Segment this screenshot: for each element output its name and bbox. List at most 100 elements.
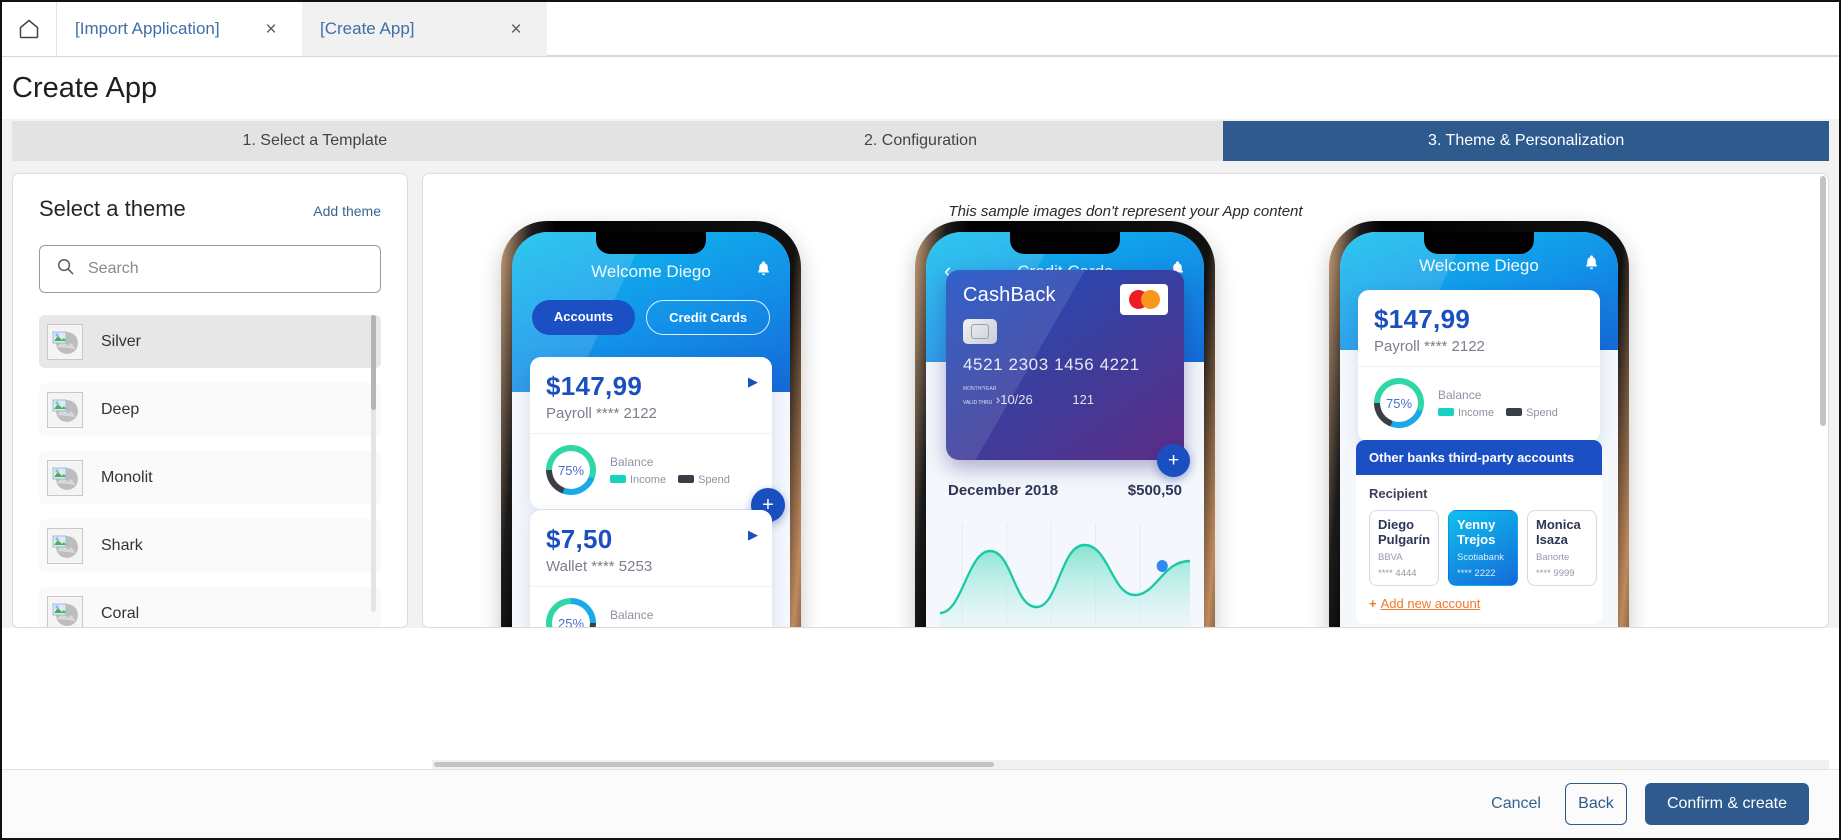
amount-label: Amount bbox=[1370, 627, 1411, 628]
theme-item-coral[interactable]: Coral bbox=[39, 587, 381, 627]
scroll-thumb[interactable] bbox=[371, 315, 376, 410]
mastercard-icon bbox=[1120, 284, 1168, 315]
legend: Income Spend bbox=[1438, 407, 1558, 419]
cancel-button[interactable]: Cancel bbox=[1485, 783, 1547, 825]
wizard-stepper-wrap: 1. Select a Template 2. Configuration 3.… bbox=[2, 119, 1839, 161]
theme-item-monolit[interactable]: Monolit bbox=[39, 451, 381, 504]
chart-svg bbox=[940, 523, 1190, 627]
home-button[interactable] bbox=[2, 2, 57, 56]
recipient-chip-monica[interactable]: Monica Isaza Banorte **** 9999 bbox=[1527, 510, 1597, 586]
theme-list-scrollbar[interactable] bbox=[371, 315, 376, 612]
recipient-section: Recipient Diego Pulgarín BBVA **** 4444 … bbox=[1356, 475, 1602, 624]
donut-percent: 75% bbox=[1385, 395, 1413, 411]
account-card-wallet[interactable]: $7,50 Wallet **** 5253 ▶ 25% Balance I bbox=[530, 510, 772, 628]
wizard-footer: Cancel Back Confirm & create bbox=[2, 769, 1839, 838]
balance-label: Balance bbox=[610, 454, 654, 469]
recipient-name: Yenny Trejos bbox=[1457, 517, 1496, 547]
tab-create-app[interactable]: [Create App] × bbox=[302, 2, 547, 56]
theme-panel-title: Select a theme bbox=[39, 196, 186, 221]
account-amount: $7,50 bbox=[546, 524, 613, 554]
chevron-right-icon[interactable]: ▶ bbox=[748, 374, 758, 390]
account-amount: $147,99 bbox=[1374, 304, 1471, 334]
theme-search-input[interactable] bbox=[88, 260, 364, 278]
theme-search-box[interactable] bbox=[39, 245, 381, 293]
theme-list: Silver Deep Monolit Shark Coral bbox=[39, 315, 381, 627]
search-icon bbox=[56, 257, 75, 281]
third-party-banner: Other banks third-party accounts bbox=[1356, 440, 1602, 475]
recipient-mask: **** 9999 bbox=[1536, 568, 1575, 580]
recipient-bank: Banorte bbox=[1536, 552, 1570, 564]
phone-notch bbox=[1010, 232, 1120, 254]
phone-preview-transfer: Welcome Diego $147,99 Payroll **** 2122 bbox=[1329, 221, 1629, 628]
theme-item-label: Silver bbox=[101, 332, 142, 350]
phone3-screen: Welcome Diego $147,99 Payroll **** 2122 bbox=[1340, 232, 1618, 628]
statement-row: December 2018 $500,50 bbox=[948, 482, 1182, 499]
tab-import-application[interactable]: [Import Application] × bbox=[57, 2, 302, 56]
bell-icon[interactable] bbox=[1583, 254, 1600, 276]
recipient-mask: **** 2222 bbox=[1457, 568, 1496, 580]
account-subtitle: Payroll **** 2122 bbox=[1374, 338, 1485, 355]
theme-preview-panel: This sample images don't represent your … bbox=[422, 173, 1829, 628]
scroll-thumb[interactable] bbox=[434, 762, 994, 767]
step-select-template[interactable]: 1. Select a Template bbox=[12, 121, 618, 161]
preview-horizontal-scrollbar[interactable] bbox=[432, 760, 1829, 769]
tab-close-icon[interactable]: × bbox=[258, 16, 284, 42]
segment-credit-cards[interactable]: Credit Cards bbox=[646, 300, 771, 335]
legend-spend: Spend bbox=[678, 627, 730, 628]
legend-spend: Spend bbox=[678, 474, 730, 486]
phone-preview-accounts: Welcome Diego Accounts Credit Cards $147… bbox=[501, 221, 801, 628]
preview-vertical-scrollbar[interactable] bbox=[1820, 176, 1826, 426]
add-theme-link[interactable]: Add theme bbox=[313, 203, 381, 219]
add-card-fab[interactable]: + bbox=[1157, 444, 1190, 477]
recipient-chip-diego[interactable]: Diego Pulgarín BBVA **** 4444 bbox=[1369, 510, 1439, 586]
balance-donut-chart: 25% bbox=[546, 598, 596, 627]
balance-legend-block: Balance Income Spend bbox=[1438, 388, 1558, 419]
balance-legend-block: Balance Income Spend bbox=[610, 455, 730, 486]
phone1-segmented-control: Accounts Credit Cards bbox=[512, 300, 790, 335]
statement-month: December 2018 bbox=[948, 482, 1059, 499]
card-divider bbox=[530, 586, 772, 587]
account-card-payroll[interactable]: $147,99 Payroll **** 2122 ▶ 75% Balance bbox=[530, 357, 785, 522]
phone-preview-credit-cards: ‹ Credit Cards CashBack bbox=[915, 221, 1215, 627]
recipient-bank: Scotiabank bbox=[1457, 552, 1505, 564]
phone-notch bbox=[596, 232, 706, 254]
tab-label: [Import Application] bbox=[75, 19, 220, 38]
balance-donut-chart: 75% bbox=[546, 445, 596, 495]
theme-item-shark[interactable]: Shark bbox=[39, 519, 381, 572]
legend-income-label: Income bbox=[630, 473, 667, 486]
segment-accounts[interactable]: Accounts bbox=[531, 300, 636, 335]
legend-income-label: Income bbox=[1458, 406, 1495, 419]
confirm-create-button[interactable]: Confirm & create bbox=[1644, 783, 1809, 825]
recipient-chip-yenny[interactable]: Yenny Trejos Scotiabank **** 2222 bbox=[1448, 510, 1518, 586]
legend-spend-label: Spend bbox=[1526, 406, 1558, 419]
legend-income: Income bbox=[610, 474, 666, 486]
card-divider bbox=[1358, 366, 1600, 367]
legend-spend-label: Spend bbox=[698, 627, 730, 628]
tab-close-icon[interactable]: × bbox=[503, 16, 529, 42]
back-button[interactable]: Back bbox=[1564, 783, 1627, 825]
add-new-account-link[interactable]: + Add new account bbox=[1369, 596, 1589, 611]
chevron-right-icon[interactable]: ▶ bbox=[748, 527, 758, 543]
tab-bar-filler bbox=[547, 2, 1839, 56]
card-divider bbox=[530, 433, 772, 434]
account-amount: $147,99 bbox=[546, 371, 643, 401]
phone1-screen: Welcome Diego Accounts Credit Cards $147… bbox=[512, 232, 790, 628]
theme-item-label: Monolit bbox=[101, 468, 153, 486]
bell-icon[interactable] bbox=[755, 260, 772, 282]
broken-image-icon bbox=[47, 459, 83, 496]
account-card-payroll[interactable]: $147,99 Payroll **** 2122 75% Balance In… bbox=[1358, 290, 1600, 442]
step-configuration[interactable]: 2. Configuration bbox=[617, 121, 1224, 161]
step-theme-personalization[interactable]: 3. Theme & Personalization bbox=[1223, 121, 1830, 161]
account-balance-row: 75% Balance Income Spend bbox=[1374, 378, 1584, 428]
page-title: Create App bbox=[12, 71, 158, 104]
recipient-mask: **** 4444 bbox=[1378, 568, 1417, 580]
recipient-name: Monica Isaza bbox=[1536, 517, 1581, 547]
theme-item-label: Coral bbox=[101, 604, 140, 622]
theme-item-deep[interactable]: Deep bbox=[39, 383, 381, 436]
credit-card-visual[interactable]: CashBack 4521 2303 1456 4221 MONTH/YEAR … bbox=[946, 270, 1184, 460]
account-balance-row: 75% Balance Income Spend bbox=[546, 445, 756, 495]
legend-spend: Spend bbox=[1506, 407, 1558, 419]
legend: Income Spend bbox=[610, 474, 730, 486]
theme-item-silver[interactable]: Silver bbox=[39, 315, 381, 368]
home-icon bbox=[17, 17, 41, 41]
